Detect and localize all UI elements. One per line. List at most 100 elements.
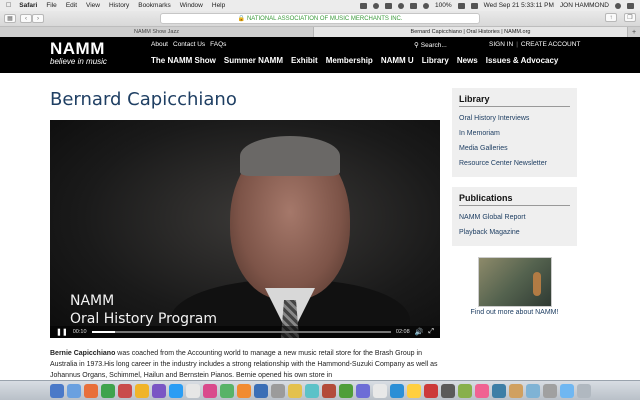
dock-app-icon[interactable] [100, 383, 115, 398]
create-account-link[interactable]: CREATE ACCOUNT [521, 41, 580, 48]
fullscreen-icon[interactable]: ⤢ [428, 328, 434, 336]
flag-icon[interactable] [470, 2, 478, 9]
bluetooth-icon[interactable] [385, 2, 393, 9]
sidebar-toggle-button[interactable]: ▦ [4, 14, 16, 23]
battery-icon[interactable] [457, 2, 465, 9]
dock-app-icon[interactable] [134, 383, 149, 398]
nav-contact-us[interactable]: Contact Us [173, 41, 205, 48]
dock-app-icon[interactable] [491, 383, 506, 398]
macos-menu-bar:  Safari File Edit View History Bookmark… [0, 0, 640, 11]
menu-app-name[interactable]: Safari [19, 2, 37, 9]
dock-app-icon[interactable] [151, 383, 166, 398]
dock-app-icon[interactable] [49, 383, 64, 398]
tabs-icon: ❐ [627, 15, 633, 21]
dock-app-icon[interactable] [219, 383, 234, 398]
tab-overview-button[interactable]: ❐ [624, 13, 636, 22]
nav-namm-u[interactable]: NAMM U [381, 56, 414, 65]
spotlight-icon[interactable] [615, 2, 621, 9]
dock-app-icon[interactable] [202, 383, 217, 398]
promo-image[interactable] [477, 257, 552, 307]
menu-bookmarks[interactable]: Bookmarks [138, 2, 171, 9]
link-oral-history-interviews[interactable]: Oral History Interviews [459, 111, 570, 126]
pause-icon[interactable]: ❚❚ [56, 328, 68, 336]
new-tab-button[interactable]: + [628, 27, 640, 37]
nav-library[interactable]: Library [422, 56, 449, 65]
dock-app-icon[interactable] [525, 383, 540, 398]
notification-center-icon[interactable] [627, 2, 634, 9]
back-button[interactable]: ‹ [20, 14, 32, 23]
sidebar-promo[interactable]: Find out more about NAMM! [452, 257, 577, 316]
dock-app-icon[interactable] [355, 383, 370, 398]
share-button[interactable]: ↑ [605, 13, 617, 22]
search-input[interactable]: Search... [421, 42, 447, 49]
nav-about[interactable]: About [151, 41, 168, 48]
dock-app-icon[interactable] [576, 383, 591, 398]
dock-app-icon[interactable] [83, 383, 98, 398]
link-namm-global-report[interactable]: NAMM Global Report [459, 210, 570, 225]
dock-app-icon[interactable] [406, 383, 421, 398]
menu-edit[interactable]: Edit [66, 2, 77, 9]
menu-status-area: 100% Wed Sep 21 5:33:11 PM JON HAMMOND [360, 0, 634, 11]
tab-namm-show-jazz[interactable]: NAMM Show Jazz [0, 27, 314, 37]
dock-app-icon[interactable] [321, 383, 336, 398]
battery-percent[interactable]: 100% [435, 2, 452, 9]
menu-datetime[interactable]: Wed Sep 21 5:33:11 PM [484, 2, 554, 9]
dock-app-icon[interactable] [270, 383, 285, 398]
dock-app-icon[interactable] [440, 383, 455, 398]
nav-issues-advocacy[interactable]: Issues & Advocacy [486, 56, 559, 65]
menu-user[interactable]: JON HAMMOND [560, 2, 609, 9]
nav-membership[interactable]: Membership [326, 56, 373, 65]
dock-app-icon[interactable] [372, 383, 387, 398]
dock-app-icon[interactable] [542, 383, 557, 398]
dock-app-icon[interactable] [559, 383, 574, 398]
nav-the-namm-show[interactable]: The NAMM Show [151, 56, 216, 65]
address-bar[interactable]: 🔒 NATIONAL ASSOCIATION OF MUSIC MERCHANT… [160, 13, 480, 24]
sidebar-publications: Publications NAMM Global Report Playback… [452, 187, 577, 246]
promo-caption[interactable]: Find out more about NAMM! [452, 309, 577, 316]
share-icon: ↑ [609, 14, 613, 21]
dock-app-icon[interactable] [338, 383, 353, 398]
nav-summer-namm[interactable]: Summer NAMM [224, 56, 283, 65]
nav-news[interactable]: News [457, 56, 478, 65]
menu-history[interactable]: History [109, 2, 129, 9]
bio-name: Bernie Capicchiano [50, 350, 116, 357]
dock-app-icon[interactable] [253, 383, 268, 398]
volume-icon[interactable] [423, 2, 430, 9]
dock-app-icon[interactable] [423, 383, 438, 398]
dock-app-icon[interactable] [66, 383, 81, 398]
video-player[interactable]: NAMM Oral History Program ❚❚ 00:10 02:08… [50, 120, 440, 338]
dock-app-icon[interactable] [287, 383, 302, 398]
tab-bernard-capicchiano[interactable]: Bernard Capicchiano | Oral Histories | N… [314, 27, 628, 37]
dock-app-icon[interactable] [185, 383, 200, 398]
dock-app-icon[interactable] [457, 383, 472, 398]
link-resource-center-newsletter[interactable]: Resource Center Newsletter [459, 156, 570, 171]
menu-view[interactable]: View [86, 2, 100, 9]
dock-app-icon[interactable] [508, 383, 523, 398]
link-media-galleries[interactable]: Media Galleries [459, 141, 570, 156]
menu-help[interactable]: Help [212, 2, 225, 9]
video-progress-bar[interactable] [91, 331, 391, 333]
dock-app-icon[interactable] [236, 383, 251, 398]
namm-logo[interactable]: NAMM believe in music [50, 40, 107, 66]
dock-app-icon[interactable] [168, 383, 183, 398]
nav-faqs[interactable]: FAQs [210, 41, 226, 48]
forward-button[interactable]: › [32, 14, 44, 23]
menu-window[interactable]: Window [180, 2, 203, 9]
dropbox-icon[interactable] [360, 2, 368, 9]
nav-exhibit[interactable]: Exhibit [291, 56, 318, 65]
sync-icon[interactable] [373, 2, 380, 9]
menu-file[interactable]: File [46, 2, 56, 9]
site-search[interactable]: ⚲ Search... [414, 41, 447, 50]
sign-in-link[interactable]: SIGN IN [489, 41, 513, 48]
dock-app-icon[interactable] [474, 383, 489, 398]
site-header: NAMM believe in music About Contact Us F… [0, 37, 640, 73]
link-playback-magazine[interactable]: Playback Magazine [459, 225, 570, 240]
apple-menu-icon[interactable]:  [6, 2, 11, 9]
volume-icon[interactable]: 🔊 [415, 328, 424, 336]
link-in-memoriam[interactable]: In Memoriam [459, 126, 570, 141]
clock-icon[interactable] [398, 2, 405, 9]
dock-app-icon[interactable] [117, 383, 132, 398]
wifi-icon[interactable] [410, 2, 418, 9]
dock-app-icon[interactable] [304, 383, 319, 398]
dock-app-icon[interactable] [389, 383, 404, 398]
